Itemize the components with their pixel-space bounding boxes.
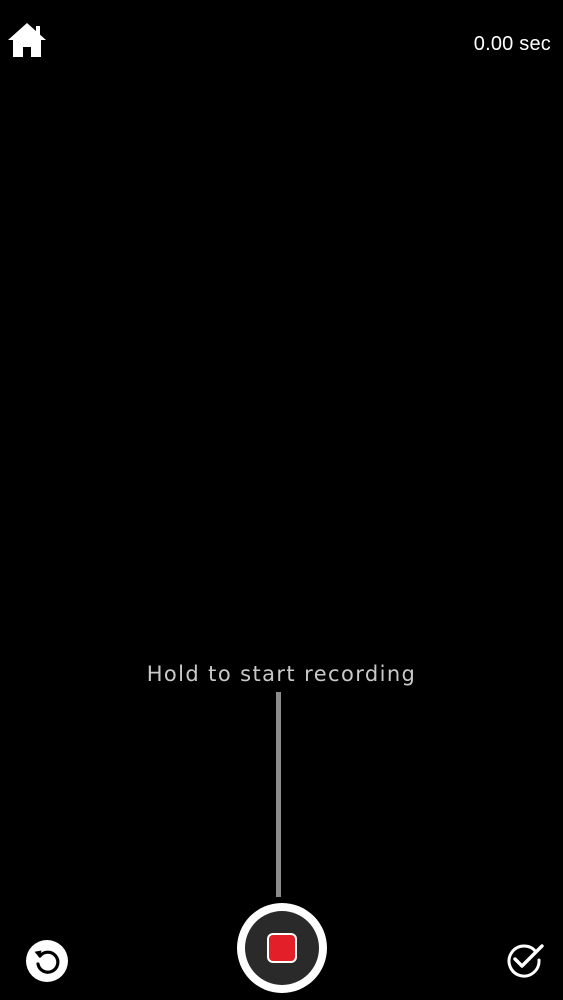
checkmark-circle-icon [507, 944, 544, 978]
hint-pointer-line [276, 692, 281, 897]
recorder-screen: 0.00 sec Hold to start recording [0, 0, 563, 1000]
undo-icon [26, 940, 68, 982]
done-button[interactable] [502, 938, 546, 982]
record-stop-icon [269, 935, 295, 961]
recording-timer: 0.00 sec [473, 33, 551, 55]
record-button[interactable] [237, 903, 327, 993]
home-button[interactable] [6, 20, 48, 60]
home-icon [8, 23, 46, 57]
hold-to-record-hint: Hold to start recording [146, 662, 417, 686]
undo-button[interactable] [25, 939, 69, 983]
